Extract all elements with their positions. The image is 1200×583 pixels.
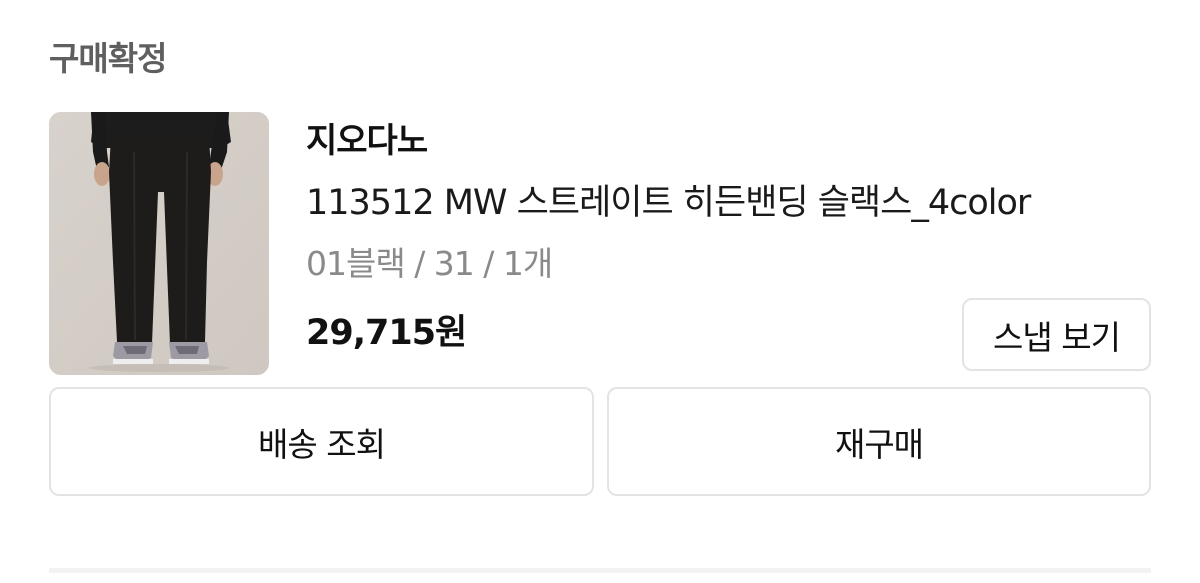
product-option: 01블랙 / 31 / 1개	[306, 244, 553, 283]
brand-name[interactable]: 지오다노	[306, 118, 428, 164]
rebuy-label: 재구매	[834, 424, 924, 464]
rebuy-button[interactable]: 재구매	[607, 387, 1151, 496]
order-card: 구매확정 지오다노 113512 MW 스트레이트 히든밴딩 슬랙스_4colo…	[0, 0, 1200, 583]
shipping-tracking-button[interactable]: 배송 조회	[49, 387, 594, 496]
section-divider	[49, 568, 1151, 573]
snap-view-label: 스냅 보기	[993, 317, 1121, 357]
snap-view-button[interactable]: 스냅 보기	[962, 298, 1151, 371]
product-photo-pants	[49, 112, 269, 375]
product-image[interactable]	[49, 112, 269, 375]
product-price: 29,715원	[306, 313, 467, 353]
order-status-title: 구매확정	[49, 39, 167, 78]
shipping-tracking-label: 배송 조회	[258, 424, 386, 464]
product-name[interactable]: 113512 MW 스트레이트 히든밴딩 슬랙스_4color	[306, 180, 1031, 226]
